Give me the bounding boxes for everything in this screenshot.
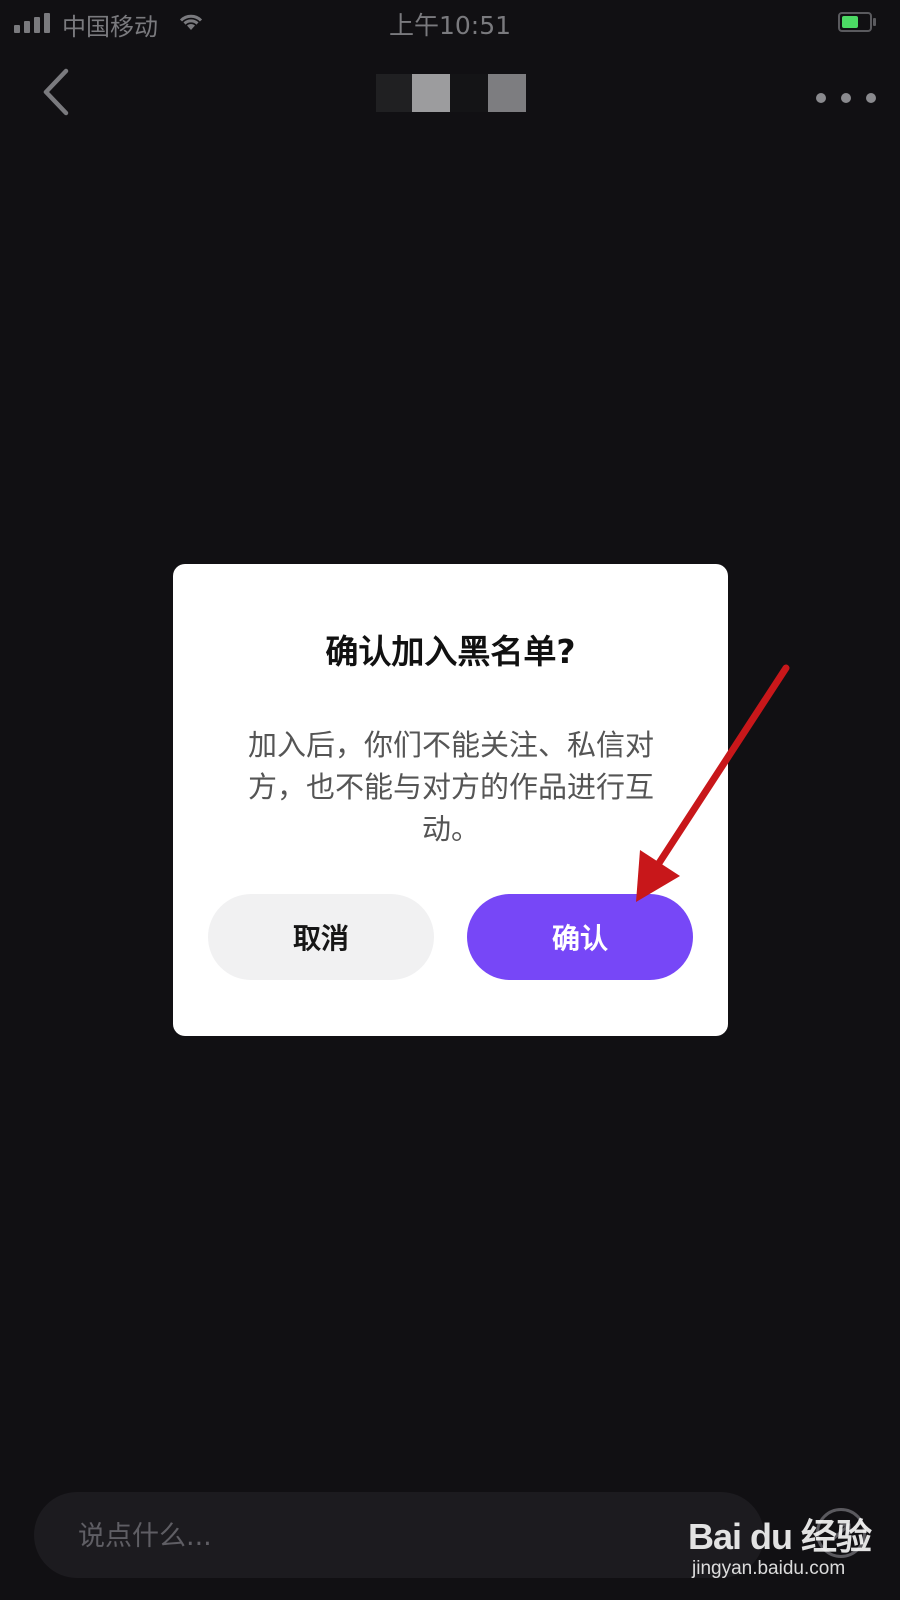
send-button[interactable] <box>816 1508 866 1558</box>
confirm-blacklist-dialog: 确认加入黑名单? 加入后，你们不能关注、私信对方，也不能与对方的作品进行互动。 … <box>173 564 728 1036</box>
battery-fill <box>842 16 858 28</box>
dialog-title: 确认加入黑名单? <box>325 632 576 671</box>
page-title-redacted <box>376 74 528 112</box>
status-time: 上午10:51 <box>388 11 512 40</box>
status-bar: 中国移动 上午10:51 <box>0 0 900 44</box>
back-button[interactable] <box>36 64 80 120</box>
cancel-button[interactable]: 取消 <box>208 894 434 980</box>
comment-bar <box>34 1492 764 1580</box>
confirm-button[interactable]: 确认 <box>467 894 693 980</box>
more-options-button[interactable] <box>816 84 876 112</box>
battery-icon <box>838 12 876 32</box>
send-icon <box>831 1523 851 1541</box>
comment-input[interactable] <box>76 1492 680 1580</box>
ellipsis-icon <box>816 93 826 103</box>
chevron-left-icon <box>43 68 69 116</box>
dialog-message: 加入后，你们不能关注、私信对方，也不能与对方的作品进行互动。 <box>247 728 654 846</box>
